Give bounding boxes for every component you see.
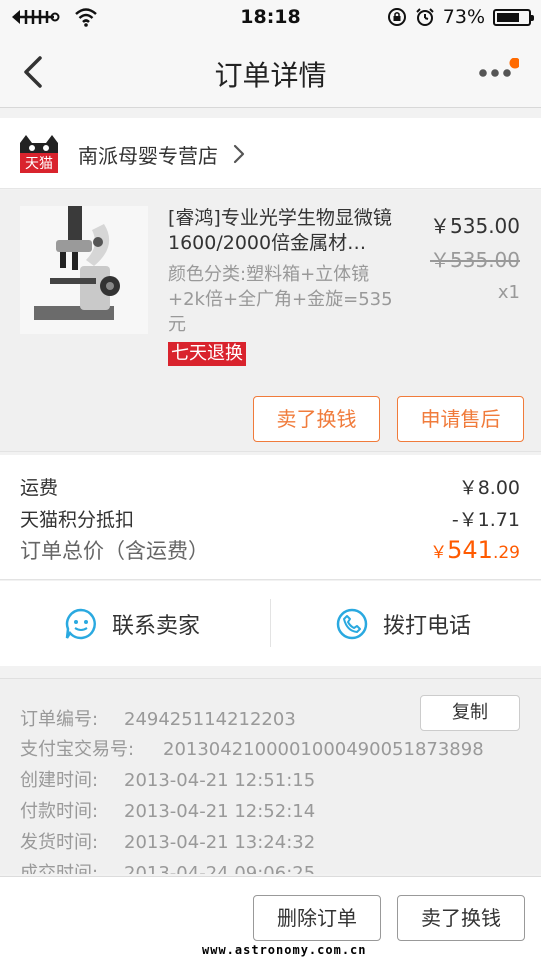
shipped-at: 2013-04-21 13:24:32 xyxy=(124,832,316,853)
total-label: 订单总价（含运费） xyxy=(20,539,209,563)
battery-percent: 73% xyxy=(442,6,485,28)
order-number: 249425114212203 xyxy=(124,709,296,730)
product-thumbnail[interactable] xyxy=(20,206,148,334)
copy-button[interactable]: 复制 xyxy=(420,695,520,731)
order-info: 订单编号: 249425114212203 复制 支付宝交易号: 201304210… xyxy=(0,678,541,874)
paid-at: 2013-04-21 12:52:14 xyxy=(124,801,316,822)
call-phone-button[interactable]: 拨打电话 xyxy=(335,581,471,666)
sell-button[interactable]: 卖了换钱 xyxy=(253,396,380,442)
alipay-number: 2013042100001000490051873898 xyxy=(163,739,484,760)
battery-level xyxy=(497,12,519,22)
alarm-icon xyxy=(416,8,434,26)
points-value: -￥1.71 xyxy=(451,509,520,531)
completed-row: 成交时间: 2013-04-24 09:06:25 xyxy=(20,859,315,874)
total-row: 订单总价（含运费） ￥541.29 xyxy=(20,535,520,565)
fee-summary: 运费 ￥8.00 天猫积分抵扣 -￥1.71 订单总价（含运费） ￥541.29 xyxy=(0,455,541,580)
shipping-label: 运费 xyxy=(20,477,59,499)
product-price: ￥535.00 xyxy=(430,214,520,238)
contact-seller-label[interactable]: 联系卖家 xyxy=(112,608,200,640)
shipping-row: 运费 ￥8.00 xyxy=(20,473,520,500)
delete-order-button[interactable]: 删除订单 xyxy=(253,895,381,941)
completed-at: 2013-04-24 09:06:25 xyxy=(124,863,316,874)
contact-divider xyxy=(270,599,271,647)
contact-bar: 联系卖家 拨打电话 xyxy=(0,581,541,666)
page-title: 订单详情 xyxy=(214,59,327,92)
bottom-action-bar: 删除订单 卖了换钱 www.astronomy.com.cn xyxy=(0,876,541,960)
order-number-label: 订单编号: xyxy=(20,709,99,730)
alipay-row: 支付宝交易号: 2013042100001000490051873898 xyxy=(20,735,484,761)
product-title[interactable]: [睿鸿]专业光学生物显微镜1600/2000倍金属材… xyxy=(168,206,400,256)
total-value: ￥541.29 xyxy=(430,536,520,564)
shipped-label: 发货时间: xyxy=(20,832,99,853)
shipping-value: ￥8.00 xyxy=(458,477,520,499)
call-phone-label[interactable]: 拨打电话 xyxy=(383,608,471,640)
rotation-lock-icon xyxy=(387,8,406,26)
watermark: www.astronomy.com.cn xyxy=(202,943,367,957)
product-card[interactable]: [睿鸿]专业光学生物显微镜1600/2000倍金属材… 颜色分类:塑料箱+立体镜… xyxy=(0,190,541,452)
created-at: 2013-04-21 12:51:15 xyxy=(124,770,316,791)
paid-label: 付款时间: xyxy=(20,801,99,822)
shop-name[interactable]: 南派母婴专营店 xyxy=(78,140,218,169)
nav-bar: 订单详情 xyxy=(0,36,541,108)
phone-icon xyxy=(336,608,368,639)
battery-icon xyxy=(493,8,534,26)
points-label: 天猫积分抵扣 xyxy=(20,509,135,531)
return-badge: 七天退换 xyxy=(168,342,246,366)
points-row: 天猫积分抵扣 -￥1.71 xyxy=(20,505,520,532)
completed-label: 成交时间: xyxy=(20,863,99,874)
status-bar: 18:18 73% xyxy=(0,0,541,36)
chevron-right-icon[interactable] xyxy=(232,144,246,164)
total-currency: ￥ xyxy=(430,543,448,563)
product-original-price: ￥535.00 xyxy=(430,248,520,272)
order-number-row: 订单编号: 249425114212203 xyxy=(20,705,296,731)
shop-row[interactable]: 天猫 南派母婴专营店 xyxy=(0,118,541,189)
tmall-logo: 天猫 xyxy=(20,135,58,173)
product-quantity: x1 xyxy=(497,282,520,303)
after-sales-button[interactable]: 申请售后 xyxy=(397,396,524,442)
created-row: 创建时间: 2013-04-21 12:51:15 xyxy=(20,766,315,792)
total-decimal: .29 xyxy=(492,543,520,563)
tmall-logo-text: 天猫 xyxy=(25,156,53,172)
shipped-row: 发货时间: 2013-04-21 13:24:32 xyxy=(20,828,315,854)
more-dots-icon[interactable] xyxy=(475,58,519,88)
created-label: 创建时间: xyxy=(20,770,99,791)
contact-seller-button[interactable]: 联系卖家 xyxy=(64,581,200,666)
product-sku: 颜色分类:塑料箱+立体镜+2k倍+全广角+金旋=535元 xyxy=(168,264,393,335)
bottom-sell-button[interactable]: 卖了换钱 xyxy=(397,895,525,941)
paid-row: 付款时间: 2013-04-21 12:52:14 xyxy=(20,797,315,823)
total-integer: 541 xyxy=(447,536,493,564)
chat-bubble-icon xyxy=(65,608,96,639)
alipay-label: 支付宝交易号: xyxy=(20,739,135,760)
